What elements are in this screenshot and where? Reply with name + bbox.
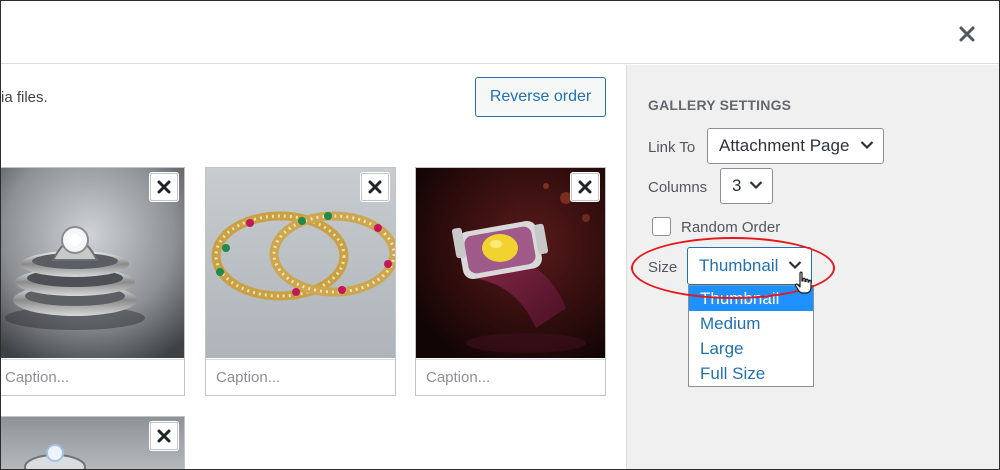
size-option-medium[interactable]: Medium [689,311,813,336]
modal-header [1,1,999,64]
size-value: Thumbnail [699,256,779,275]
columns-select[interactable]: 3 [720,168,773,204]
close-button[interactable] [954,21,980,47]
hand-cursor-icon [794,271,812,294]
chevron-down-icon [860,141,874,150]
link-to-label: Link To [648,139,696,156]
remove-button[interactable] [150,422,178,450]
remove-button[interactable] [361,173,389,201]
gallery-settings-sidebar: GALLERY SETTINGS Link To Attachment Page… [626,65,999,469]
gallery-item[interactable] [1,167,185,396]
link-to-select[interactable]: Attachment Page [707,128,884,164]
caption-input[interactable] [206,359,395,395]
close-icon [578,180,592,194]
remove-button[interactable] [571,173,599,201]
caption-input[interactable] [416,359,605,395]
columns-label: Columns [648,179,708,196]
gallery-item[interactable] [1,416,185,469]
link-to-value: Attachment Page [719,136,850,155]
random-order-label: Random Order [681,219,781,236]
chevron-down-icon [749,181,763,190]
size-option-large[interactable]: Large [689,336,813,361]
close-icon [368,180,382,194]
size-dropdown-list: Thumbnail Medium Large Full Size [688,285,814,387]
close-icon [157,429,171,443]
reverse-order-button[interactable]: Reverse order [475,77,606,117]
columns-value: 3 [732,176,742,195]
gallery-item[interactable] [415,167,606,396]
gallery-item[interactable] [205,167,396,396]
size-label: Size [648,259,678,276]
help-text: ia files. [1,89,48,106]
settings-title: GALLERY SETTINGS [648,97,792,113]
media-modal: ia files. Reverse order Caption... Capti… [0,0,1000,470]
close-icon [959,26,975,42]
caption-input[interactable] [1,359,184,395]
random-order-checkbox[interactable] [652,217,671,236]
gallery-edit-area: ia files. Reverse order [1,65,626,469]
close-icon [157,180,171,194]
chevron-down-icon [788,261,802,270]
size-option-full-size[interactable]: Full Size [689,361,813,386]
remove-button[interactable] [150,173,178,201]
